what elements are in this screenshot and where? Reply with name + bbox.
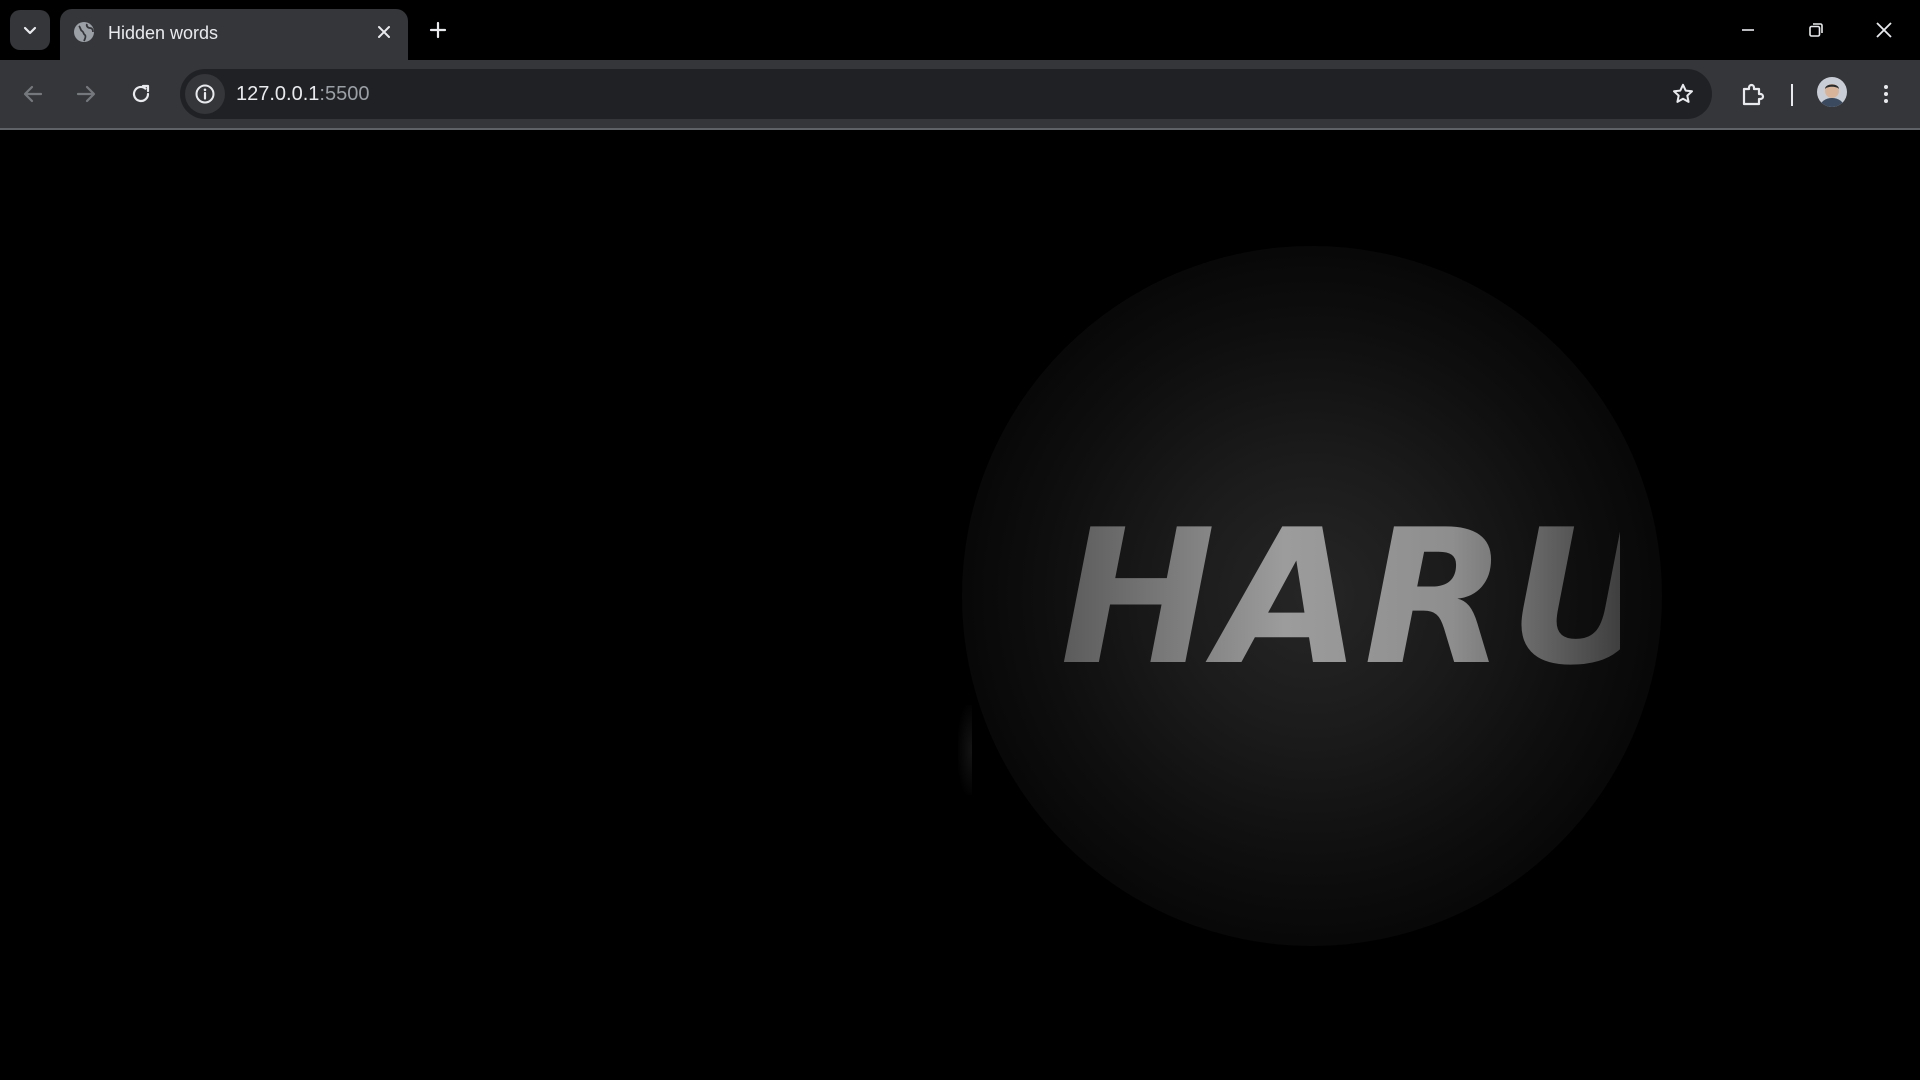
extensions-button[interactable] — [1733, 74, 1773, 114]
toolbar-separator — [1791, 84, 1793, 106]
arrow-right-icon — [76, 85, 96, 103]
address-bar[interactable]: 127.0.0.1:5500 — [180, 69, 1712, 119]
restore-button[interactable] — [1794, 8, 1838, 52]
chevron-down-icon — [23, 26, 37, 35]
tab-active[interactable]: Hidden words — [60, 9, 408, 60]
back-button[interactable] — [13, 74, 53, 114]
tab-search-button[interactable] — [10, 10, 50, 50]
reload-icon — [132, 84, 150, 103]
reload-button[interactable] — [121, 74, 161, 114]
tab-strip: Hidden words — [0, 0, 1920, 60]
close-icon — [378, 26, 390, 38]
hidden-letter-fragment — [958, 705, 972, 795]
close-tab-button[interactable] — [370, 18, 398, 46]
close-window-button[interactable] — [1862, 8, 1906, 52]
star-icon — [1673, 83, 1693, 103]
plus-icon — [429, 21, 447, 39]
close-icon — [1876, 22, 1892, 38]
bookmark-button[interactable] — [1664, 75, 1702, 113]
tab-title: Hidden words — [108, 23, 219, 43]
forward-button[interactable] — [66, 74, 106, 114]
avatar-icon — [1817, 77, 1847, 107]
puzzle-icon — [1742, 83, 1765, 106]
url-port: :5500 — [319, 83, 370, 105]
site-info-button[interactable] — [185, 74, 225, 114]
minimize-button[interactable] — [1726, 8, 1770, 52]
minimize-icon — [1742, 29, 1754, 31]
arrow-left-icon — [23, 85, 43, 103]
page-content[interactable]: HARU — [0, 130, 1920, 1080]
browser-window: Hidden words 127.0.0.1:5500 HARU — [0, 0, 1920, 1080]
toolbar: 127.0.0.1:5500 — [0, 60, 1920, 128]
url-text[interactable]: 127.0.0.1:5500 — [236, 82, 369, 106]
browser-menu-button[interactable] — [1866, 74, 1906, 114]
restore-icon — [1809, 23, 1823, 37]
url-host: 127.0.0.1 — [236, 83, 320, 105]
globe-icon — [74, 22, 94, 42]
more-vertical-icon — [1884, 85, 1888, 103]
hidden-word-text: HARU — [1060, 489, 1662, 706]
profile-avatar[interactable] — [1817, 77, 1847, 107]
new-tab-button[interactable] — [420, 12, 456, 48]
info-icon — [195, 84, 215, 104]
